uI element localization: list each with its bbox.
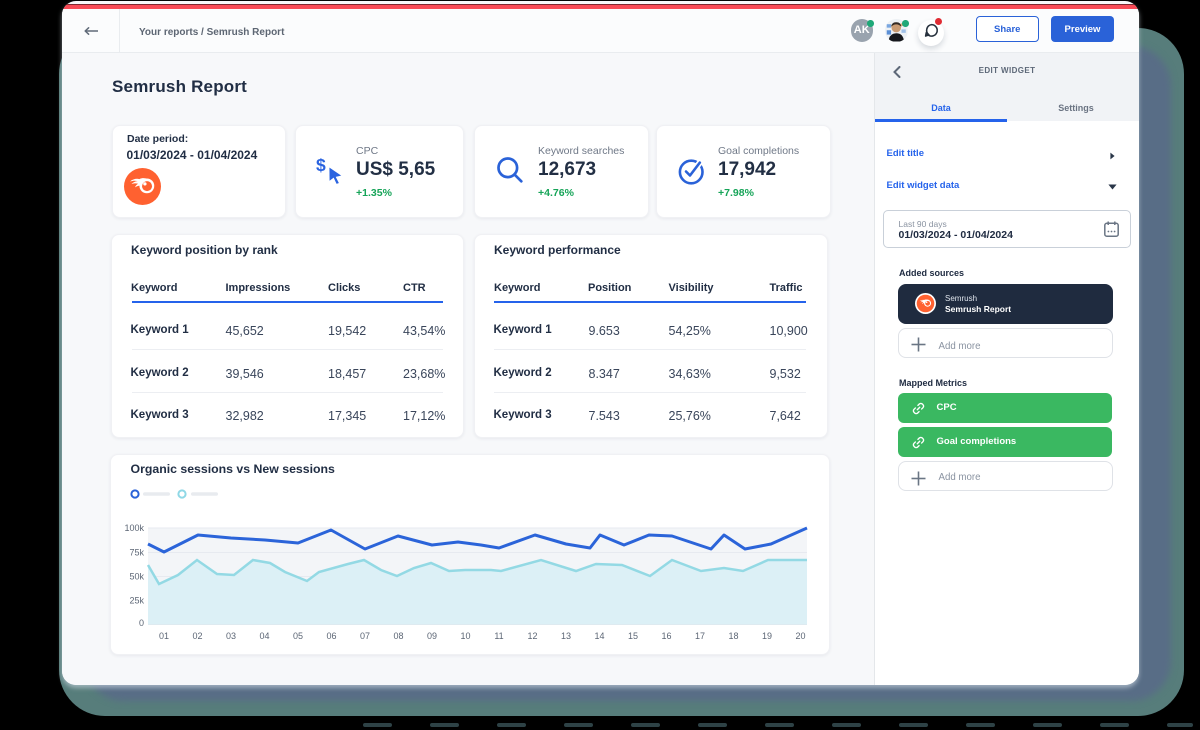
svg-text:02: 02 (192, 631, 202, 641)
svg-text:18: 18 (728, 631, 738, 641)
svg-text:75k: 75k (129, 547, 144, 557)
svg-text:16: 16 (661, 631, 671, 641)
svg-text:17: 17 (695, 631, 705, 641)
svg-text:20: 20 (795, 631, 805, 641)
svg-text:12: 12 (527, 631, 537, 641)
svg-text:04: 04 (259, 631, 269, 641)
svg-text:05: 05 (293, 631, 303, 641)
svg-text:09: 09 (427, 631, 437, 641)
svg-text:19: 19 (762, 631, 772, 641)
svg-text:50k: 50k (129, 571, 144, 581)
svg-text:11: 11 (494, 631, 503, 641)
svg-text:03: 03 (226, 631, 236, 641)
svg-text:14: 14 (594, 631, 604, 641)
svg-text:25k: 25k (129, 595, 144, 605)
svg-text:01: 01 (159, 631, 169, 641)
svg-text:08: 08 (393, 631, 403, 641)
svg-text:100k: 100k (124, 523, 144, 533)
svg-text:15: 15 (628, 631, 638, 641)
svg-text:0: 0 (139, 618, 144, 628)
svg-text:07: 07 (360, 631, 370, 641)
svg-text:10: 10 (460, 631, 470, 641)
svg-text:13: 13 (561, 631, 571, 641)
svg-text:06: 06 (326, 631, 336, 641)
